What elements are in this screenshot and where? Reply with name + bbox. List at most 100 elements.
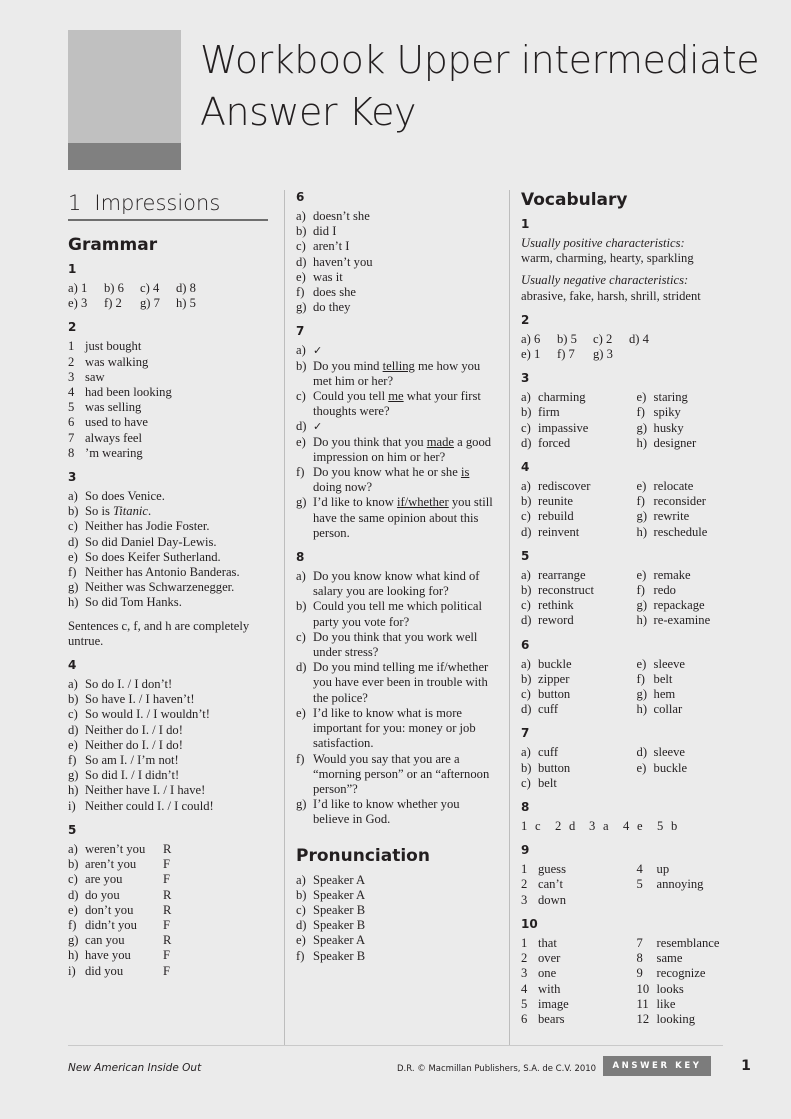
exercise-body-g4: a) So do I. / I don’t! b) So have I. / I h… (68, 677, 268, 814)
answer-row: d) haven’t you (296, 254, 373, 269)
exercise-body-v3: a) charming b) firm c) impassive d) forced e… (521, 390, 735, 451)
answer-cell: 4e (623, 819, 643, 834)
answer-row: 6 used to have (68, 415, 148, 430)
exercise-body-v9: 1 guess 2 can’t 3 down 4 up 5 annoying (521, 862, 735, 908)
answer-row: f) Do you know what he or she is doing no… (296, 465, 470, 495)
exercise-body-g3: a) So does Venice. b) So is Titanic. c) Nei… (68, 489, 268, 649)
answer-cell: f) 2 (104, 296, 122, 311)
answer-row: e) Neither do I. / I do! (68, 737, 183, 752)
answer-row: h) Neither have I. / I have! (68, 783, 206, 798)
answer-row: a) cuff b) button c) belt d) sleeve e) buckle (521, 745, 688, 790)
answer-row: f) does she (296, 285, 357, 300)
answer-cell: 3a (589, 819, 609, 834)
column-2: 6 a) doesn’t she b) did I c) aren’t I d) hav… (296, 190, 496, 1045)
exercise-number-g4: 4 (68, 658, 77, 673)
exercise-body-v1: Usually positive characteristics: warm, … (521, 236, 735, 304)
answer-cell: e) 1 (521, 347, 541, 362)
exercise-body-v6: a) buckle b) zipper c) button d) cuff e) slee… (521, 657, 735, 718)
answer-cell: b) 5 (557, 331, 577, 346)
positive-words: warm, charming, hearty, sparkling (521, 251, 694, 266)
column-divider-1 (284, 190, 285, 1045)
answer-row: 1 guess 2 can’t 3 down 4 up 5 annoying (521, 862, 704, 907)
answer-row: a) 1 b) 6 c) 4 d) 8 (68, 281, 268, 296)
answer-row: b) So is Titanic. (68, 504, 152, 519)
answer-row: i) Neither could I. / I could! (68, 798, 214, 813)
logo-accent-bar (68, 143, 181, 170)
exercise-number-g6: 6 (296, 190, 305, 204)
answer-row: g) I’d like to know whether you believe i… (296, 797, 460, 827)
exercise-body-g8: a) Do you know know what kind of salary y… (296, 569, 496, 827)
answer-row: e) Do you think that you made a good impr… (296, 434, 492, 464)
negative-words: abrasive, fake, harsh, shrill, strident (521, 288, 701, 303)
exercise-number-g8: 8 (296, 550, 305, 565)
answer-row: a) Do you know know what kind of salary y… (296, 569, 480, 599)
answer-row: b) aren’t you F (68, 857, 171, 872)
answer-cell: b) 6 (104, 281, 124, 295)
answer-row: i) did you F (68, 963, 171, 978)
answer-row: a) rediscover b) reunite c) rebuild d) reinv… (521, 479, 708, 539)
content-columns: 1 Impressions Grammar 1 a) 1 b) 6 c) 4 d)… (0, 190, 791, 1045)
unit-name: Impressions (94, 191, 221, 215)
section-heading-vocabulary: Vocabulary (521, 190, 628, 210)
answer-row: b) So have I. / I haven’t! (68, 692, 195, 707)
answer-row: f) Speaker B (296, 948, 366, 963)
exercise-number-v8: 8 (521, 800, 530, 815)
exercise-number-g7: 7 (296, 324, 305, 339)
page-masthead: Workbook Upper intermediate Answer Key (0, 0, 791, 188)
answer-row: c) Neither has Jodie Foster. (68, 519, 210, 534)
answer-row: e) don’t you R (68, 902, 172, 917)
answer-row: g) I’d like to know if/whether you still … (296, 495, 493, 540)
answer-cell: g) 7 (140, 296, 160, 311)
exercise-number-v5: 5 (521, 548, 530, 563)
answer-row: c) Do you think that you work well under … (296, 629, 478, 660)
answer-row: a) charming b) firm c) impassive d) forced e… (521, 390, 697, 450)
answer-row: 1 just bought (68, 339, 142, 354)
answer-row: a) So do I. / I don’t! (68, 677, 173, 692)
page-title-line-1: Workbook Upper intermediate (200, 38, 760, 82)
exercise-body-g5: a) weren’t you R b) aren’t you F c) are you F … (68, 842, 268, 979)
answer-cell: c) 4 (140, 281, 160, 295)
answer-row: b) Do you mind telling me how you met him… (296, 358, 481, 388)
answer-row: a) Speaker A (296, 872, 366, 887)
answer-row: d) ✓ (296, 419, 496, 434)
exercise-body-v10: 1 that 2 over 3 one 4 with 5 image 6 bears 7 re… (521, 936, 735, 1027)
answer-row: d) So did Daniel Day-Lewis. (68, 534, 217, 549)
answer-row: g) So did I. / I didn’t! (68, 768, 180, 783)
answer-row: h) So did Tom Hanks. (68, 595, 182, 610)
answer-row: e) Speaker A (296, 933, 366, 948)
footer-divider (68, 1045, 723, 1046)
footer-series-title: New American Inside Out (68, 1062, 202, 1074)
publisher-logo-block (68, 30, 181, 170)
answer-row: e) 1 f) 7 g) 3 (521, 347, 735, 362)
footer-copyright: D.R. © Macmillan Publishers, S.A. de C.V… (397, 1064, 597, 1074)
checkmark-icon: ✓ (313, 344, 323, 358)
page-title: Workbook Upper intermediate Answer Key (200, 34, 760, 138)
answer-key-tab: ANSWER KEY (603, 1056, 711, 1076)
exercise-number-v2: 2 (521, 312, 530, 327)
exercise-number-v7: 7 (521, 726, 530, 741)
answer-row: c) So would I. / I wouldn’t! (68, 707, 211, 722)
exercise-number-g2: 2 (68, 320, 77, 335)
section-heading-pronunciation: Pronunciation (296, 845, 430, 866)
answer-row: a) weren’t you R (68, 841, 172, 856)
answer-row: c) Could you tell me what your first thou… (296, 389, 481, 419)
exercise-number-v9: 9 (521, 843, 530, 858)
answer-row: f) Neither has Antonio Banderas. (68, 565, 240, 580)
exercise-body-v7: a) cuff b) button c) belt d) sleeve e) buckle (521, 745, 735, 791)
exercise-body-v4: a) rediscover b) reunite c) rebuild d) reinv… (521, 479, 735, 540)
answer-row: e) was it (296, 269, 343, 284)
unit-number: 1 (68, 191, 82, 215)
answer-row: c) aren’t I (296, 239, 350, 254)
exercise-number-v3: 3 (521, 371, 530, 386)
exercise-number-g5: 5 (68, 822, 77, 837)
answer-row: f) So am I. / I’m not! (68, 753, 179, 768)
checkmark-icon: ✓ (313, 420, 323, 434)
exercise-body-g2: 1 just bought 2 was walking 3 saw 4 had been… (68, 339, 268, 461)
answer-cell: 2d (555, 819, 576, 834)
positive-label: Usually positive characteristics: (521, 236, 685, 250)
exercise-body-g7: a) ✓ b) Do you mind telling me how you met… (296, 343, 496, 541)
exercise-body-v2: a) 6 b) 5 c) 2 d) 4 e) 1 f) 7 g) 3 (521, 332, 735, 362)
unit-heading-rule (68, 219, 268, 221)
unit-heading: 1 Impressions (68, 190, 268, 216)
page-number: 1 (741, 1058, 751, 1074)
